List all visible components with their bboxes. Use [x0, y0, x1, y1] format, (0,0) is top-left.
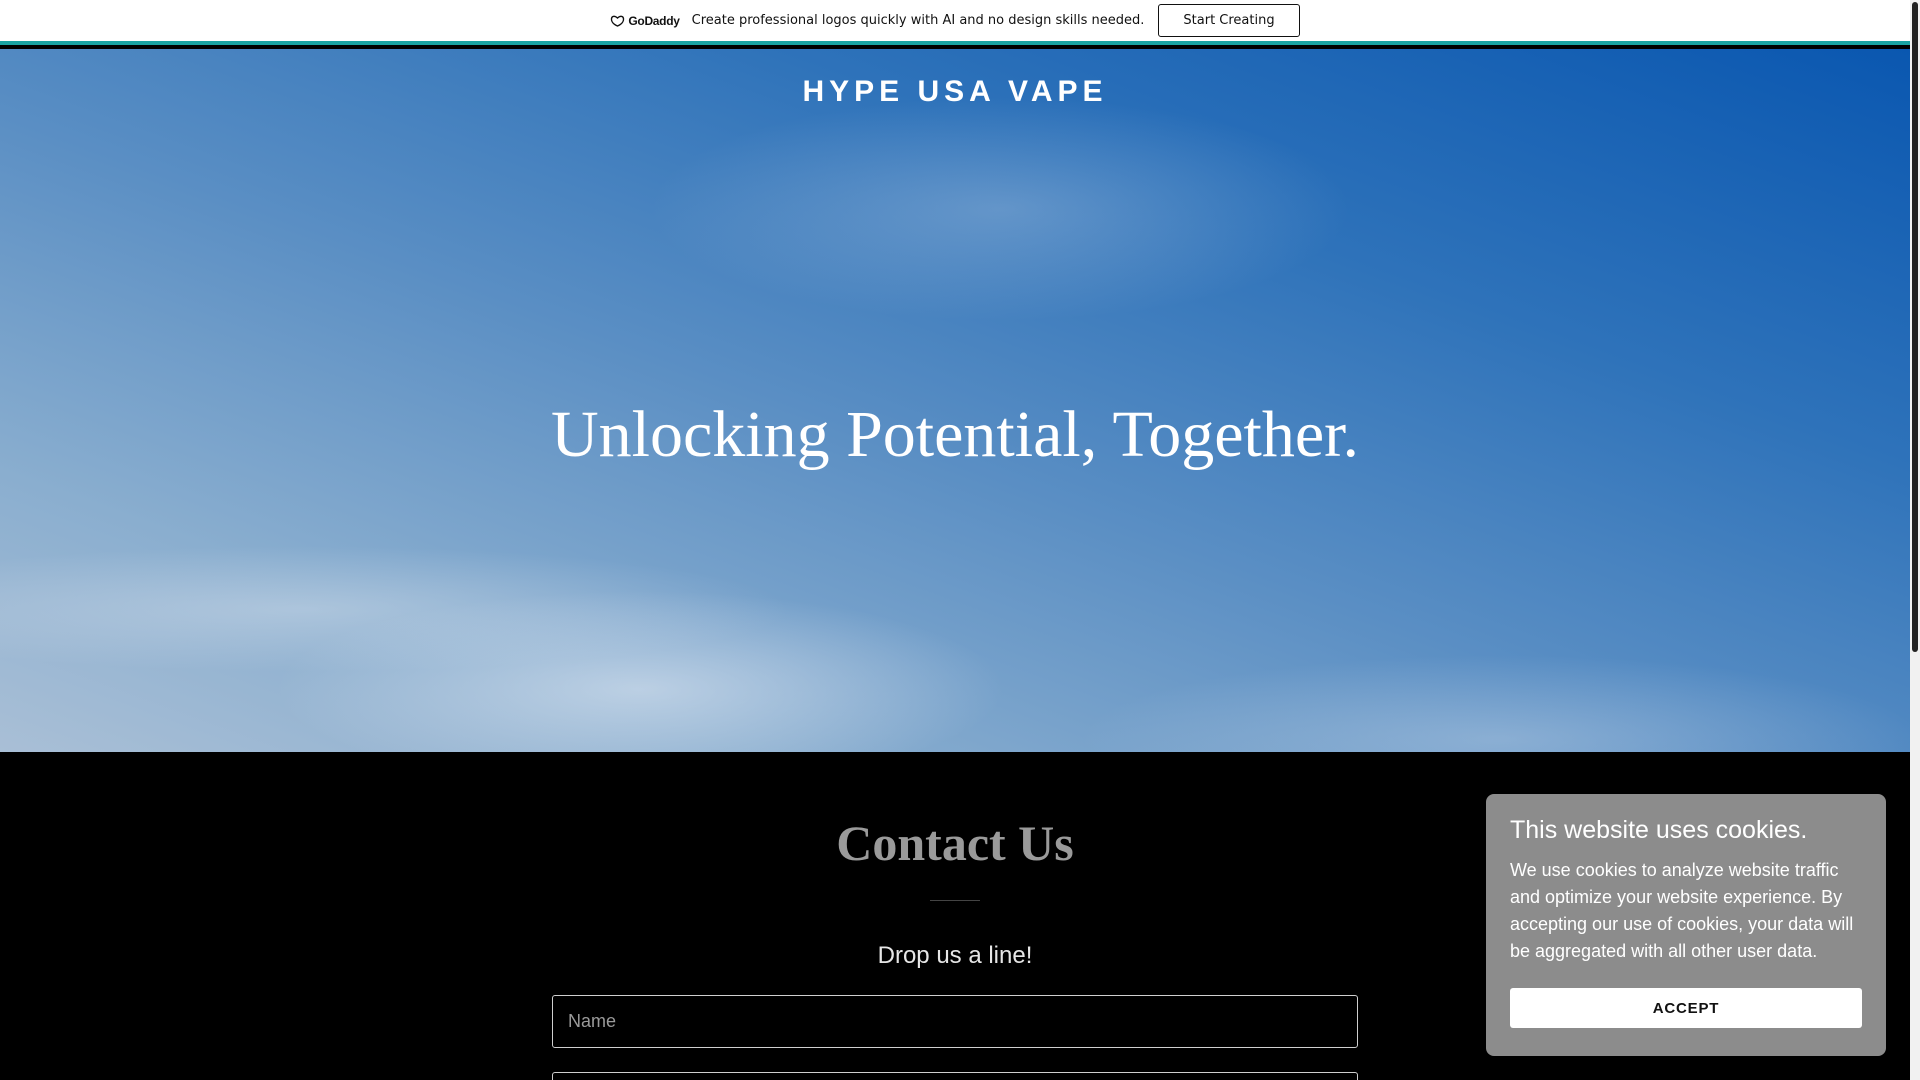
site-name[interactable]: HYPE USA VAPE — [0, 75, 1910, 109]
section-divider — [930, 900, 980, 901]
cookie-banner: This website uses cookies. We use cookie… — [1486, 794, 1886, 1056]
page-scrollbar[interactable] — [1910, 0, 1920, 1080]
godaddy-logo[interactable]: GoDaddy — [610, 13, 680, 28]
name-input[interactable] — [552, 995, 1358, 1048]
hero-headline: Unlocking Potential, Together. — [550, 398, 1360, 471]
accept-cookies-button[interactable]: ACCEPT — [1510, 988, 1862, 1028]
hero-section: HYPE USA VAPE Unlocking Potential, Toget… — [0, 49, 1910, 752]
godaddy-logo-icon — [611, 15, 625, 27]
promo-banner: GoDaddy Create professional logos quickl… — [0, 0, 1910, 45]
godaddy-brand-text: GoDaddy — [628, 13, 680, 28]
promo-text: Create professional logos quickly with A… — [691, 13, 1145, 28]
scrollbar-thumb[interactable] — [1912, 2, 1918, 652]
start-creating-button[interactable]: Start Creating — [1158, 4, 1300, 37]
email-input[interactable] — [552, 1072, 1358, 1080]
cookie-text: We use cookies to analyze website traffi… — [1510, 860, 1854, 961]
cookie-title: This website uses cookies. — [1510, 816, 1808, 844]
